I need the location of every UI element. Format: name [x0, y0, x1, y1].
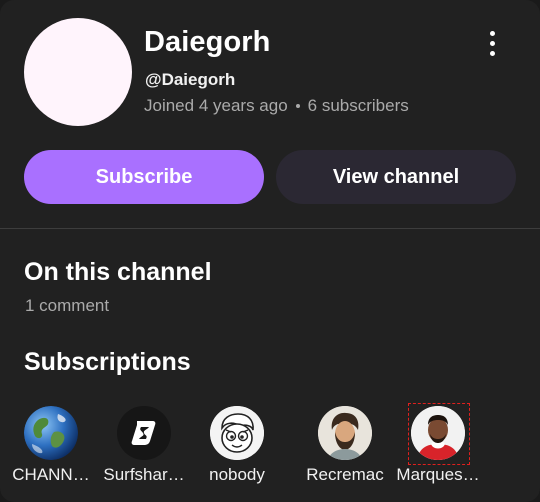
subscriptions-heading: Subscriptions — [24, 348, 191, 376]
more-vert-icon — [489, 30, 495, 36]
subscriptions-list: CHANN… Surfshar… nobody Recremac Marques… — [12, 403, 540, 496]
separator-dot — [295, 104, 300, 108]
divider — [0, 228, 540, 229]
cartoon-face-icon — [210, 406, 264, 460]
on-this-channel-heading: On this channel — [24, 258, 212, 286]
surfshark-logo-icon — [117, 406, 171, 460]
subscription-label: Marques… — [396, 465, 480, 484]
subscription-label: Recremac — [306, 465, 384, 484]
channel-handle: @Daiegorh — [145, 70, 236, 89]
subscription-label: Surfshar… — [103, 465, 185, 484]
subscription-item[interactable]: Recremac — [300, 406, 390, 485]
view-channel-button[interactable]: View channel — [276, 150, 516, 204]
person-red-shirt-icon — [411, 406, 465, 460]
subscription-label: nobody — [209, 465, 265, 484]
subscription-item[interactable]: Marques… — [393, 406, 483, 485]
joined-text: Joined 4 years ago — [144, 96, 288, 115]
subscription-item[interactable]: nobody — [192, 406, 282, 485]
subscription-item[interactable]: Surfshar… — [99, 406, 189, 485]
comment-count[interactable]: 1 comment — [25, 296, 109, 316]
channel-name[interactable]: Daiegorh — [144, 26, 271, 59]
illustrated-man-icon — [318, 406, 372, 460]
subscription-label: CHANN… — [12, 465, 90, 484]
subscription-item[interactable]: CHANN… — [6, 406, 96, 485]
more-options-button[interactable] — [476, 26, 508, 60]
channel-avatar[interactable] — [24, 18, 132, 126]
channel-card: Daiegorh @Daiegorh Joined 4 years ago 6 … — [0, 0, 540, 502]
channel-meta: Joined 4 years ago 6 subscribers — [144, 96, 409, 116]
subscribe-button[interactable]: Subscribe — [24, 150, 264, 204]
earth-avatar — [24, 406, 78, 460]
subscriber-count: 6 subscribers — [307, 96, 409, 115]
